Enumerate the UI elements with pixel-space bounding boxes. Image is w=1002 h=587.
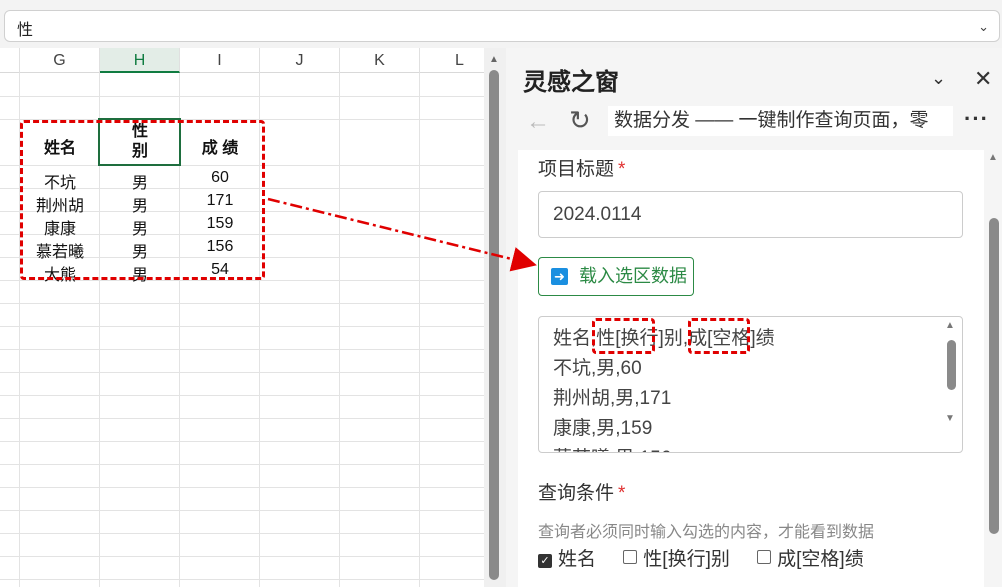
space-annotation-box bbox=[688, 318, 750, 354]
option-gender[interactable]: 性[换行]别 bbox=[623, 544, 730, 571]
scroll-up-icon[interactable]: ▲ bbox=[489, 54, 499, 65]
column-header-g[interactable]: G bbox=[20, 48, 100, 73]
form-area: 项目标题 * 2024.0114 ➜ 载入选区数据 姓名,性[换行]别,成[空格]… bbox=[518, 150, 984, 587]
scrollbar-thumb[interactable] bbox=[947, 340, 956, 390]
option-label: 成[空格]绩 bbox=[777, 549, 864, 570]
load-selection-label: 载入选区数据 bbox=[579, 266, 687, 286]
option-name[interactable]: ✓ 姓名 bbox=[538, 544, 596, 571]
scroll-up-icon[interactable]: ▲ bbox=[988, 152, 998, 163]
query-condition-label-text: 查询条件 bbox=[538, 483, 615, 504]
project-title-label: 项目标题 * bbox=[538, 154, 625, 181]
row-header-corner[interactable] bbox=[0, 48, 20, 73]
scroll-up-icon[interactable]: ▲ bbox=[945, 320, 955, 331]
project-title-input[interactable]: 2024.0114 bbox=[538, 191, 963, 238]
add-in-panel: 灵感之窗 ⌄ ✕ ← ↻ 数据分发 —— 一键制作查询页面，零 ··· 项目标题… bbox=[506, 48, 1002, 587]
close-icon[interactable]: ✕ bbox=[974, 66, 992, 92]
formula-bar: 性 ⌄ bbox=[0, 0, 1002, 48]
column-header-l[interactable]: L bbox=[420, 48, 484, 73]
checkbox-icon[interactable] bbox=[623, 550, 638, 564]
query-condition-label: 查询条件 * bbox=[538, 478, 625, 505]
formula-input[interactable]: 性 ⌄ bbox=[4, 10, 1000, 42]
column-header-h[interactable]: H bbox=[100, 48, 180, 73]
checkbox-icon[interactable] bbox=[757, 550, 772, 564]
option-label: 性[换行]别 bbox=[643, 549, 730, 570]
column-header-j[interactable]: J bbox=[260, 48, 340, 73]
textarea-line: 不坑,男,60 bbox=[553, 358, 642, 379]
option-score[interactable]: 成[空格]绩 bbox=[757, 544, 864, 571]
textarea-line: 荆州胡,男,171 bbox=[553, 388, 672, 409]
back-arrow-icon[interactable]: ← bbox=[526, 108, 550, 136]
column-header-i[interactable]: I bbox=[180, 48, 260, 73]
scrollbar-thumb[interactable] bbox=[489, 70, 499, 580]
required-mark: * bbox=[618, 483, 626, 504]
required-mark: * bbox=[618, 159, 626, 180]
scroll-down-icon[interactable]: ▼ bbox=[945, 413, 955, 424]
selection-annotation-box bbox=[20, 120, 265, 280]
more-options-icon[interactable]: ··· bbox=[964, 106, 989, 132]
textarea-line: 康康,男,159 bbox=[553, 418, 653, 439]
column-header-k[interactable]: K bbox=[340, 48, 420, 73]
chevron-down-icon[interactable]: ⌄ bbox=[978, 19, 989, 35]
option-label: 姓名 bbox=[558, 549, 597, 570]
refresh-icon[interactable]: ↻ bbox=[569, 105, 591, 136]
formula-value: 性 bbox=[17, 22, 34, 39]
newline-annotation-box bbox=[592, 318, 655, 354]
project-title-label-text: 项目标题 bbox=[538, 159, 615, 180]
spreadsheet: G H I J K L 姓名 性 别 成 绩 不坑 男 60 荆州胡 男 171… bbox=[0, 48, 484, 587]
panel-title: 灵感之窗 bbox=[523, 69, 619, 96]
textarea-scrollbar[interactable]: ▲ ▼ bbox=[942, 320, 958, 448]
page-title: 数据分发 —— 一键制作查询页面，零 bbox=[608, 106, 953, 136]
checkbox-checked-icon[interactable]: ✓ bbox=[538, 554, 552, 568]
scrollbar-thumb[interactable] bbox=[989, 218, 999, 534]
textarea-line: 慕若曦,男,156 bbox=[553, 444, 948, 452]
arrow-right-icon: ➜ bbox=[551, 268, 568, 285]
column-headers: G H I J K L bbox=[0, 48, 484, 73]
panel-scrollbar[interactable]: ▲ bbox=[984, 150, 1002, 587]
load-selection-button[interactable]: ➜ 载入选区数据 bbox=[538, 257, 694, 296]
chevron-down-icon[interactable]: ⌄ bbox=[931, 68, 946, 89]
query-hint: 查询者必须同时输入勾选的内容，才能看到数据 bbox=[538, 524, 875, 541]
sheet-scrollbar[interactable]: ▲ bbox=[484, 48, 506, 587]
query-options: ✓ 姓名 性[换行]别 成[空格]绩 bbox=[538, 544, 886, 571]
